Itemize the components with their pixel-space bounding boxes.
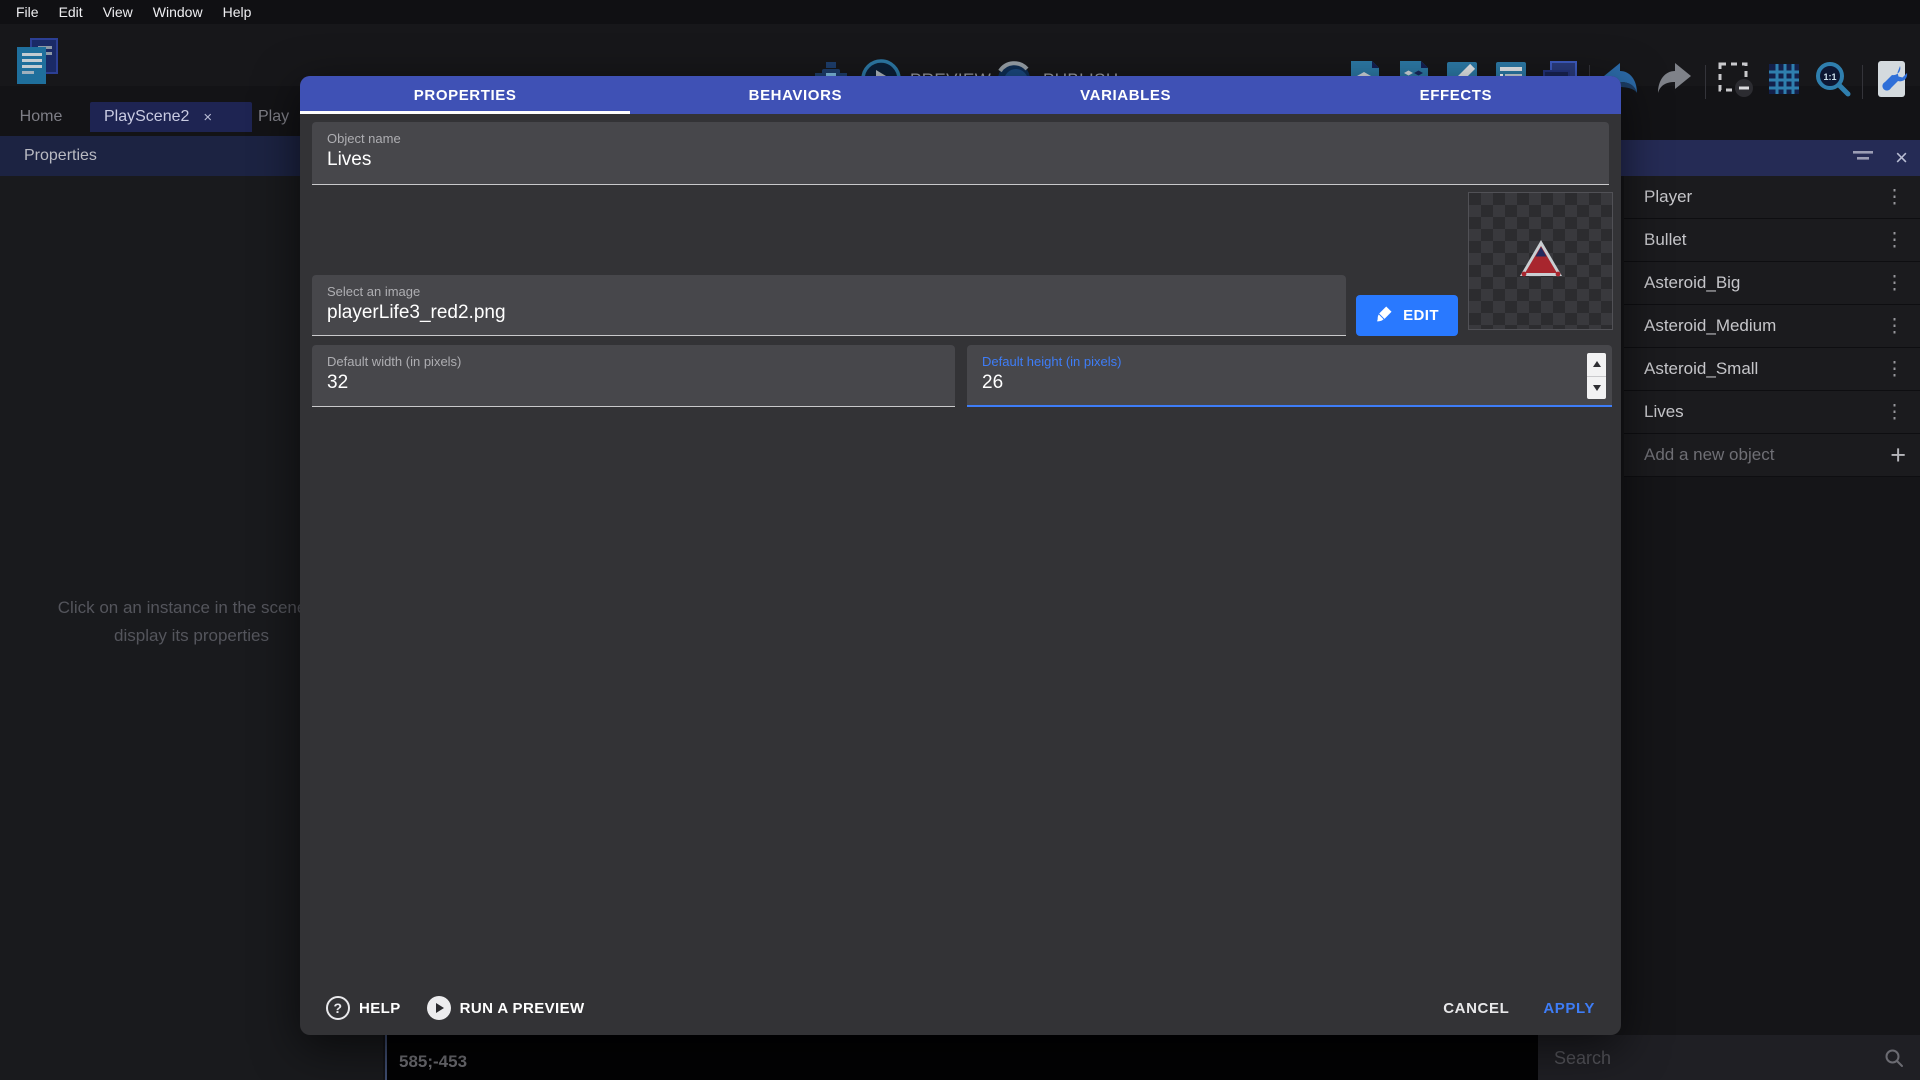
project-manager-icon[interactable] xyxy=(14,38,60,91)
menu-edit[interactable]: Edit xyxy=(49,4,93,20)
play-icon xyxy=(427,996,451,1020)
tab-variables[interactable]: VARIABLES xyxy=(961,76,1291,114)
object-editor-dialog: PROPERTIES BEHAVIORS VARIABLES EFFECTS O… xyxy=(300,76,1621,1035)
scene-canvas[interactable]: 585;-453 xyxy=(385,1035,1540,1080)
filter-icon[interactable] xyxy=(1851,146,1875,171)
add-new-object-button[interactable]: Add a new object + xyxy=(1624,434,1920,477)
kebab-menu-icon[interactable]: ⋮ xyxy=(1881,360,1908,379)
ship-sprite-image xyxy=(1517,238,1565,285)
plus-icon: + xyxy=(1888,442,1908,469)
dialog-tab-bar: PROPERTIES BEHAVIORS VARIABLES EFFECTS xyxy=(300,76,1621,114)
zoom-original-icon[interactable]: 1:1 xyxy=(1813,59,1853,104)
cursor-coordinates: 585;-453 xyxy=(399,1052,467,1072)
cancel-button[interactable]: CANCEL xyxy=(1443,1000,1509,1017)
toolbar-divider xyxy=(1705,65,1706,99)
default-width-field: Default width (in pixels) xyxy=(312,345,955,407)
kebab-menu-icon[interactable]: ⋮ xyxy=(1881,317,1908,336)
object-row-lives[interactable]: Lives ⋮ xyxy=(1624,391,1920,434)
default-height-label: Default height (in pixels) xyxy=(982,354,1597,369)
svg-text:1:1: 1:1 xyxy=(1823,72,1836,82)
menu-file[interactable]: File xyxy=(6,4,49,20)
search-icon xyxy=(1884,1048,1904,1073)
image-filename: playerLife3_red2.png xyxy=(327,302,1281,324)
object-row-asteroid-big[interactable]: Asteroid_Big ⋮ xyxy=(1624,262,1920,305)
select-image-label: Select an image xyxy=(327,284,1331,299)
default-width-input[interactable] xyxy=(327,372,909,394)
debugger-wrench-icon[interactable] xyxy=(1872,59,1912,104)
object-row-asteroid-medium[interactable]: Asteroid_Medium ⋮ xyxy=(1624,305,1920,348)
edit-image-button[interactable]: EDIT xyxy=(1356,295,1458,336)
object-name-input[interactable] xyxy=(327,149,1531,171)
objects-search-bar xyxy=(1538,1035,1920,1080)
tab-behaviors[interactable]: BEHAVIORS xyxy=(630,76,960,114)
objects-list: Player ⋮ Bullet ⋮ Asteroid_Big ⋮ Asteroi… xyxy=(1624,176,1920,477)
kebab-menu-icon[interactable]: ⋮ xyxy=(1881,231,1908,250)
object-row-bullet[interactable]: Bullet ⋮ xyxy=(1624,219,1920,262)
clear-selection-icon[interactable] xyxy=(1715,59,1755,104)
tab-effects[interactable]: EFFECTS xyxy=(1291,76,1621,114)
default-width-label: Default width (in pixels) xyxy=(327,354,940,369)
help-icon: ? xyxy=(326,996,350,1020)
number-stepper xyxy=(1587,353,1606,399)
object-name-field: Object name xyxy=(312,122,1609,185)
object-name-label: Object name xyxy=(327,131,1594,146)
kebab-menu-icon[interactable]: ⋮ xyxy=(1881,274,1908,293)
default-height-field: Default height (in pixels) xyxy=(967,345,1612,407)
menu-window[interactable]: Window xyxy=(143,4,213,20)
close-panel-icon[interactable]: × xyxy=(1895,147,1908,169)
object-row-player[interactable]: Player ⋮ xyxy=(1624,176,1920,219)
tab-close-icon[interactable]: × xyxy=(203,109,212,126)
search-input[interactable] xyxy=(1552,1035,1866,1080)
menu-view[interactable]: View xyxy=(93,4,143,20)
apply-button[interactable]: APPLY xyxy=(1543,1000,1595,1017)
grid-icon[interactable] xyxy=(1764,59,1804,104)
toolbar-divider xyxy=(1862,65,1863,99)
stepper-up-button[interactable] xyxy=(1587,353,1606,377)
select-image-field[interactable]: Select an image playerLife3_red2.png xyxy=(312,275,1346,336)
gdevelop-window: File Edit View Window Help xyxy=(0,0,1920,1080)
default-height-input[interactable] xyxy=(982,372,1566,394)
kebab-menu-icon[interactable]: ⋮ xyxy=(1881,403,1908,422)
redo-icon[interactable] xyxy=(1652,59,1696,104)
tab-home[interactable]: Home xyxy=(12,102,70,132)
dialog-footer: ? HELP RUN A PREVIEW CANCEL APPLY xyxy=(300,981,1621,1035)
object-row-asteroid-small[interactable]: Asteroid_Small ⋮ xyxy=(1624,348,1920,391)
tab-properties[interactable]: PROPERTIES xyxy=(300,76,630,114)
run-preview-button[interactable]: RUN A PREVIEW xyxy=(427,996,585,1020)
paintbrush-icon xyxy=(1375,304,1394,327)
tab-playscene2[interactable]: PlayScene2 × xyxy=(90,102,252,132)
menu-help[interactable]: Help xyxy=(213,4,262,20)
kebab-menu-icon[interactable]: ⋮ xyxy=(1881,188,1908,207)
stepper-down-button[interactable] xyxy=(1587,377,1606,400)
help-button[interactable]: ? HELP xyxy=(326,996,401,1020)
sprite-thumbnail[interactable] xyxy=(1468,192,1613,330)
menu-bar: File Edit View Window Help xyxy=(0,0,1920,24)
